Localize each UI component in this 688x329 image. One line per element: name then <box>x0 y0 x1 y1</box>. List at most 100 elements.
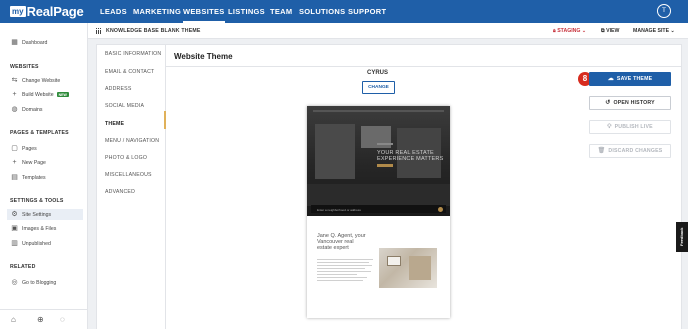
settings-nav-address[interactable]: ADDRESS <box>105 86 131 92</box>
view-label: VIEW <box>606 28 620 34</box>
site-settings-panel: BASIC INFORMATION EMAIL & CONTACT ADDRES… <box>96 44 682 329</box>
publish-live-label: PUBLISH LIVE <box>614 124 653 130</box>
user-avatar[interactable]: T <box>657 4 671 18</box>
site-header: KNOWLEDGE BASE BLANK THEME 🔒︎ STAGING ⌄ … <box>88 23 688 39</box>
logo-prefix: my <box>10 6 26 17</box>
save-theme-button[interactable]: ☁ SAVE THEME <box>589 72 671 86</box>
sidebar-heading-pages: PAGES & TEMPLATES <box>10 130 69 136</box>
sidebar-item-domains[interactable]: ◍ Domains <box>7 104 83 115</box>
sidebar-item-label: New Page <box>22 159 46 166</box>
manage-site-label: MANAGE SITE <box>633 28 670 34</box>
view-button[interactable]: ⧉ VIEW <box>601 28 619 35</box>
settings-nav-miscellaneous[interactable]: MISCELLANEOUS <box>105 172 152 178</box>
logo-name: RealPage <box>26 4 84 19</box>
sidebar-item-label: Domains <box>22 106 43 113</box>
chevron-down-icon: ⌄ <box>669 28 675 34</box>
nav-listings[interactable]: LISTINGS <box>228 0 265 23</box>
sidebar-item-new-page[interactable]: + New Page <box>7 157 83 168</box>
sidebar-item-label: Dashboard <box>22 39 48 46</box>
sidebar-heading-settings: SETTINGS & TOOLS <box>10 198 64 204</box>
nav-websites[interactable]: WEBSITES <box>183 0 225 23</box>
save-theme-label: SAVE THEME <box>616 76 653 82</box>
lightbulb-icon: 💡︎ <box>607 124 612 130</box>
settings-icon: ⚙ <box>11 211 18 218</box>
new-badge: NEW <box>56 92 69 97</box>
trash-icon: 🗑︎ <box>597 148 606 154</box>
search-icon <box>438 206 443 212</box>
sidebar-item-templates[interactable]: ▤ Templates <box>7 172 83 183</box>
blog-icon: ◎ <box>11 279 18 286</box>
sidebar-item-label: Templates <box>22 174 46 181</box>
settings-nav-menu-navigation[interactable]: MENU / NAVIGATION <box>105 138 159 144</box>
plus-icon: + <box>12 159 17 166</box>
sidebar-item-label: Build Website <box>22 91 54 98</box>
nav-solutions[interactable]: SOLUTIONS <box>299 0 345 23</box>
sidebar-item-build-website[interactable]: + Build Website NEW <box>7 89 83 100</box>
myrealpage-logo[interactable]: my RealPage <box>10 4 84 19</box>
change-theme-button[interactable]: CHANGE <box>362 81 395 94</box>
template-icon: ▤ <box>11 174 18 181</box>
feedback-tab[interactable]: Feedback <box>676 222 688 252</box>
staging-label: STAGING <box>557 28 581 34</box>
history-icon: ↺ <box>605 100 611 106</box>
nav-team[interactable]: TEAM <box>270 0 292 23</box>
sidebar-item-pages[interactable]: ▢ Pages <box>7 143 83 154</box>
sidebar-heading-related: RELATED <box>10 264 36 270</box>
theme-name: CYRUS <box>367 70 389 76</box>
sidebar-item-dashboard[interactable]: ▦ Dashboard <box>7 37 83 48</box>
staging-indicator[interactable]: 🔒︎ STAGING ⌄ <box>553 28 586 35</box>
page-icon: ▢ <box>11 145 18 152</box>
settings-nav-social-media[interactable]: SOCIAL MEDIA <box>105 103 144 109</box>
preview-body-text <box>317 259 373 283</box>
sidebar-item-label: Images & Files <box>22 225 57 232</box>
page-title: Website Theme <box>174 52 233 61</box>
globe-icon: ◍ <box>11 106 18 113</box>
settings-nav-basic-information[interactable]: BASIC INFORMATION <box>105 51 161 57</box>
sidebar-item-label: Go to Blogging <box>22 279 57 286</box>
sidebar-item-unpublished[interactable]: ▥ Unpublished <box>7 238 83 249</box>
discard-changes-button[interactable]: 🗑︎ DISCARD CHANGES <box>589 144 671 158</box>
sidebar: ▦ Dashboard WEBSITES ⇆ Change Website + … <box>0 23 88 329</box>
settings-nav-photo-logo[interactable]: PHOTO & LOGO <box>105 155 147 161</box>
site-name: KNOWLEDGE BASE BLANK THEME <box>106 28 201 34</box>
cloud-upload-icon: ☁ <box>607 76 614 82</box>
unpublished-icon: ▥ <box>11 240 18 247</box>
sidebar-item-change-website[interactable]: ⇆ Change Website <box>7 75 83 86</box>
discard-changes-label: DISCARD CHANGES <box>608 148 663 154</box>
active-indicator <box>164 111 166 129</box>
sidebar-item-go-to-blogging[interactable]: ◎ Go to Blogging <box>7 277 83 288</box>
open-history-label: OPEN HISTORY <box>613 100 655 106</box>
preview-search-bar: Enter a neighborhood or address <box>311 205 446 213</box>
plus-icon: + <box>12 91 17 98</box>
chat-icon[interactable]: ◌ <box>60 315 65 324</box>
settings-nav-email-contact[interactable]: EMAIL & CONTACT <box>105 69 154 75</box>
settings-nav-advanced[interactable]: ADVANCED <box>105 189 135 195</box>
preview-agent-photo <box>379 248 437 288</box>
help-icon[interactable]: ⊕ <box>37 315 44 324</box>
divider <box>166 66 682 67</box>
sidebar-item-images-files[interactable]: ▣ Images & Files <box>7 223 83 234</box>
sidebar-footer: ⌂ ⊕ ◌ <box>0 309 88 329</box>
settings-nav-theme[interactable]: THEME <box>105 121 124 127</box>
sidebar-item-label: Unpublished <box>22 240 51 247</box>
nav-leads[interactable]: LEADS <box>100 0 127 23</box>
chevron-down-icon: ⌄ <box>580 28 587 34</box>
dashboard-icon: ▦ <box>11 39 18 46</box>
settings-nav: BASIC INFORMATION EMAIL & CONTACT ADDRES… <box>97 45 166 329</box>
manage-site-menu[interactable]: MANAGE SITE ⌄ <box>633 28 675 34</box>
nav-support[interactable]: SUPPORT <box>348 0 386 23</box>
sidebar-heading-websites: WEBSITES <box>10 64 39 70</box>
sidebar-item-label: Change Website <box>22 77 61 84</box>
swap-icon: ⇆ <box>11 77 18 84</box>
theme-preview: YOUR REAL ESTATE EXPERIENCE MATTERS Ente… <box>307 106 450 318</box>
sidebar-item-label: Site Settings <box>22 211 52 218</box>
apps-grid-icon[interactable] <box>96 28 102 34</box>
sidebar-item-site-settings[interactable]: ⚙ Site Settings <box>7 209 83 220</box>
publish-live-button[interactable]: 💡︎ PUBLISH LIVE <box>589 120 671 134</box>
home-icon[interactable]: ⌂ <box>11 315 16 324</box>
preview-agent-heading: Jane Q. Agent, your Vancouver real estat… <box>317 233 366 252</box>
nav-marketing[interactable]: MARKETING <box>133 0 181 23</box>
preview-hero-image: YOUR REAL ESTATE EXPERIENCE MATTERS <box>307 106 450 216</box>
open-history-button[interactable]: ↺ OPEN HISTORY <box>589 96 671 110</box>
top-navigation-bar: my RealPage LEADS MARKETING WEBSITES LIS… <box>0 0 688 23</box>
